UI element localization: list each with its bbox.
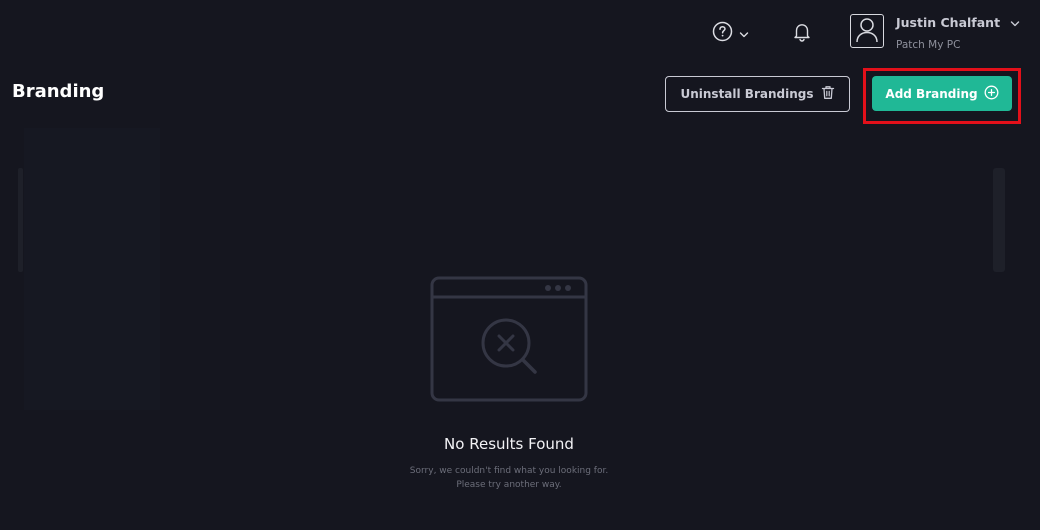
content-panel-shadow (24, 128, 160, 410)
page-title: Branding (12, 81, 105, 102)
user-name: Justin Chalfant (896, 14, 1001, 30)
add-branding-label: Add Branding (885, 86, 978, 101)
empty-state-message: Sorry, we couldn't find what you looking… (409, 466, 609, 490)
user-organization: Patch My PC (896, 39, 961, 51)
user-menu[interactable]: Justin Chalfant Patch My PC (850, 13, 1020, 52)
app-root: Justin Chalfant Patch My PC Branding Uni… (0, 0, 1040, 530)
bell-icon (790, 24, 814, 48)
empty-state: No Results Found Sorry, we couldn't find… (359, 270, 659, 492)
help-menu-button[interactable] (712, 21, 749, 46)
chevron-down-icon (739, 24, 749, 43)
notifications-button[interactable] (790, 20, 814, 44)
user-info: Justin Chalfant Patch My PC (896, 13, 1020, 52)
uninstall-brandings-label: Uninstall Brandings (680, 87, 814, 101)
empty-state-title: No Results Found (444, 435, 574, 453)
content-panel-scrollbar[interactable] (993, 168, 1005, 272)
uninstall-brandings-button[interactable]: Uninstall Brandings (665, 76, 850, 112)
add-branding-button[interactable]: Add Branding (872, 76, 1012, 111)
user-name-row: Justin Chalfant (896, 13, 1020, 32)
avatar (850, 14, 884, 48)
plus-circle-icon (984, 85, 999, 103)
content-panel-left-edge (18, 168, 23, 272)
chevron-down-icon (1010, 13, 1020, 32)
browser-search-x-icon (429, 270, 589, 410)
help-circle-icon (712, 21, 733, 46)
user-icon (854, 15, 880, 47)
trash-icon (821, 85, 835, 103)
